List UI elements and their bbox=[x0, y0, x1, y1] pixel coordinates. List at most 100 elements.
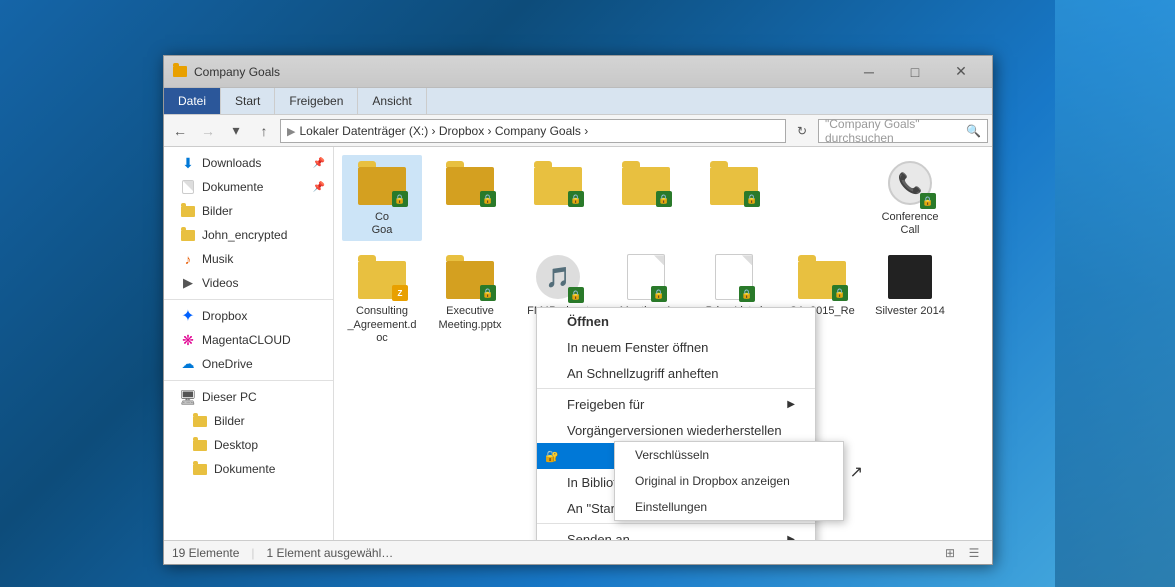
file-item-4[interactable]: 🔒 bbox=[606, 155, 686, 241]
file-icon-conference: 📞 🔒 bbox=[886, 159, 934, 207]
menu-item-freigeben[interactable]: Freigeben für ▶ bbox=[537, 391, 815, 417]
search-box[interactable]: "Company Goals" durchsuchen 🔍 bbox=[818, 119, 988, 143]
file-icon-price: 🔒 bbox=[710, 253, 758, 301]
menu-label-senden: Senden an bbox=[567, 532, 630, 541]
sidebar-label-musik: Musik bbox=[202, 252, 233, 266]
title-bar-buttons: ─ □ ✕ bbox=[846, 56, 984, 88]
john-icon bbox=[180, 227, 196, 243]
file-item-3[interactable]: 🔒 bbox=[518, 155, 598, 241]
lock-badge-4: 🔒 bbox=[656, 191, 672, 207]
menu-label-neues-fenster: In neuem Fenster öffnen bbox=[567, 340, 708, 355]
menu-label-freigeben: Freigeben für bbox=[567, 397, 644, 412]
file-icon-executive: 🔒 bbox=[446, 253, 494, 301]
status-bar: 19 Elemente | 1 Element ausgewähl… ⊞ ☰ bbox=[164, 540, 992, 564]
tab-start[interactable]: Start bbox=[221, 88, 275, 114]
submenu-item-einstellungen[interactable]: Einstellungen bbox=[615, 494, 843, 520]
main-area: ⬇ Downloads 📌 Dokumente 📌 Bilder bbox=[164, 147, 992, 540]
file-item-company-goals[interactable]: 🔒 CoGoa bbox=[342, 155, 422, 241]
menu-item-offnen[interactable]: Öffnen bbox=[537, 308, 815, 334]
file-item-5[interactable]: 🔒 bbox=[694, 155, 774, 241]
search-icon: 🔍 bbox=[966, 124, 981, 138]
bilder-pc-icon bbox=[192, 413, 208, 429]
file-icon-silvester bbox=[886, 253, 934, 301]
status-selected-info: 1 Element ausgewähl… bbox=[267, 546, 394, 560]
submenu-label-original: Original in Dropbox anzeigen bbox=[635, 474, 790, 488]
status-separator: | bbox=[251, 546, 254, 560]
folder-icon-title bbox=[172, 64, 188, 80]
lock-badge-conf: 🔒 bbox=[920, 193, 936, 209]
file-item-2[interactable]: 🔒 bbox=[430, 155, 510, 241]
up-button[interactable]: ↑ bbox=[252, 119, 276, 143]
tab-datei[interactable]: Datei bbox=[164, 88, 221, 114]
sidebar-label-bilder: Bilder bbox=[202, 204, 233, 218]
lock-badge-price: 🔒 bbox=[739, 286, 755, 302]
sidebar: ⬇ Downloads 📌 Dokumente 📌 Bilder bbox=[164, 147, 334, 540]
sidebar-item-musik[interactable]: ♪ Musik bbox=[164, 247, 333, 271]
submenu-label-einstellungen: Einstellungen bbox=[635, 500, 707, 514]
magenta-icon: ❋ bbox=[180, 332, 196, 348]
file-item-consulting[interactable]: Z Consulting _Agreement.doc bbox=[342, 249, 422, 349]
submenu-item-original[interactable]: Original in Dropbox anzeigen bbox=[615, 468, 843, 494]
sidebar-label-downloads: Downloads bbox=[202, 156, 261, 170]
menu-item-schnellzugriff[interactable]: An Schnellzugriff anheften bbox=[537, 360, 815, 386]
menu-item-neues-fenster[interactable]: In neuem Fenster öffnen bbox=[537, 334, 815, 360]
sidebar-label-videos: Videos bbox=[202, 276, 238, 290]
sidebar-label-desktop: Desktop bbox=[214, 438, 258, 452]
lock-badge-exec: 🔒 bbox=[480, 285, 496, 301]
cursor-indicator: ↗ bbox=[850, 462, 863, 482]
file-item-silvester[interactable]: Silvester 2014 bbox=[870, 249, 950, 349]
tab-freigeben[interactable]: Freigeben bbox=[275, 88, 358, 114]
sidebar-item-dropbox[interactable]: ✦ Dropbox bbox=[164, 304, 333, 328]
window-title: Company Goals bbox=[194, 65, 846, 79]
spacer bbox=[782, 155, 862, 235]
sidebar-item-onedrive[interactable]: ☁ OneDrive bbox=[164, 352, 333, 376]
file-icon-q1: 🔒 bbox=[798, 253, 846, 301]
close-button[interactable]: ✕ bbox=[938, 56, 984, 88]
file-item-executive[interactable]: 🔒 Executive Meeting.pptx bbox=[430, 249, 510, 349]
sidebar-label-dokumente-pc: Dokumente bbox=[214, 462, 275, 476]
title-bar: Company Goals ─ □ ✕ bbox=[164, 56, 992, 88]
sidebar-label-onedrive: OneDrive bbox=[202, 357, 253, 371]
menu-separator-2 bbox=[537, 523, 815, 524]
sidebar-item-downloads[interactable]: ⬇ Downloads 📌 bbox=[164, 151, 333, 175]
file-label-silvester: Silvester 2014 bbox=[875, 305, 945, 318]
download-icon: ⬇ bbox=[180, 155, 196, 171]
forward-button[interactable]: → bbox=[196, 119, 220, 143]
maximize-button[interactable]: □ bbox=[892, 56, 938, 88]
file-icon-2: 🔒 bbox=[446, 159, 494, 207]
sidebar-label-magenta: MagentaCLOUD bbox=[202, 333, 291, 347]
sidebar-item-desktop[interactable]: Desktop bbox=[164, 433, 333, 457]
submenu-item-verschlusseln[interactable]: Verschlüsseln bbox=[615, 442, 843, 468]
sidebar-item-magenta[interactable]: ❋ MagentaCLOUD bbox=[164, 328, 333, 352]
search-placeholder: "Company Goals" durchsuchen bbox=[825, 117, 966, 145]
tab-ansicht[interactable]: Ansicht bbox=[358, 88, 426, 114]
lock-badge-q1: 🔒 bbox=[832, 285, 848, 301]
sidebar-item-dokumente[interactable]: Dokumente 📌 bbox=[164, 175, 333, 199]
dieser-pc-icon: 🖥 bbox=[180, 389, 196, 405]
file-icon-company-goals: 🔒 bbox=[358, 159, 406, 207]
sidebar-item-dokumente-pc[interactable]: Dokumente bbox=[164, 457, 333, 481]
refresh-button[interactable]: ↻ bbox=[790, 119, 814, 143]
ribbon-tabs: Datei Start Freigeben Ansicht bbox=[164, 88, 992, 114]
dropdown-button[interactable]: ▾ bbox=[224, 119, 248, 143]
submenu-arrow-senden: ▶ bbox=[787, 534, 795, 541]
sidebar-item-john[interactable]: John_encrypted bbox=[164, 223, 333, 247]
minimize-button[interactable]: ─ bbox=[846, 56, 892, 88]
sidebar-item-bilder-pc[interactable]: Bilder bbox=[164, 409, 333, 433]
sidebar-item-bilder[interactable]: Bilder bbox=[164, 199, 333, 223]
file-item-conference[interactable]: 📞 🔒 Conference Call bbox=[870, 155, 950, 241]
desktop-icon bbox=[192, 437, 208, 453]
zip-badge-consulting: Z bbox=[392, 285, 408, 301]
menu-item-vorganger[interactable]: Vorgängerversionen wiederherstellen bbox=[537, 417, 815, 443]
view-grid-button[interactable]: ⊞ bbox=[940, 543, 960, 563]
back-button[interactable]: ← bbox=[168, 119, 192, 143]
menu-item-senden[interactable]: Senden an ▶ bbox=[537, 526, 815, 540]
sidebar-item-dieser-pc[interactable]: 🖥 Dieser PC bbox=[164, 385, 333, 409]
bilder-icon bbox=[180, 203, 196, 219]
lock-badge-meeting: 🔒 bbox=[651, 286, 667, 302]
sidebar-item-videos[interactable]: ▶ Videos bbox=[164, 271, 333, 295]
sidebar-label-bilder-pc: Bilder bbox=[214, 414, 245, 428]
ribbon: Datei Start Freigeben Ansicht bbox=[164, 88, 992, 115]
address-path[interactable]: ▶ Lokaler Datenträger (X:) › Dropbox › C… bbox=[280, 119, 786, 143]
view-list-button[interactable]: ☰ bbox=[964, 543, 984, 563]
